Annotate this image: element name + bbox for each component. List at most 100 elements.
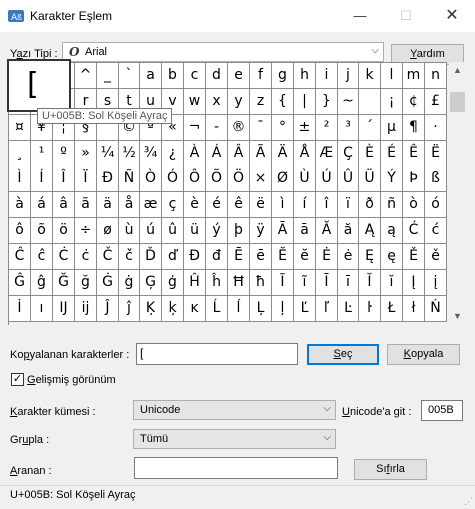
char-cell[interactable]: û: [162, 218, 184, 244]
char-cell[interactable]: Ċ: [53, 244, 75, 270]
char-cell[interactable]: ß: [425, 166, 447, 192]
char-cell[interactable]: Æ: [316, 141, 338, 167]
char-cell[interactable]: ġ: [119, 270, 140, 296]
char-cell[interactable]: j: [338, 63, 359, 89]
char-cell[interactable]: Ę: [359, 244, 381, 270]
char-cell[interactable]: Ö: [228, 166, 250, 192]
char-cell[interactable]: ¾: [140, 141, 162, 167]
char-cell[interactable]: Ģ: [140, 270, 162, 296]
char-cell[interactable]: i: [316, 63, 338, 89]
char-cell[interactable]: z: [250, 89, 272, 115]
char-cell[interactable]: Á: [206, 141, 228, 167]
char-cell[interactable]: ĩ: [294, 270, 316, 296]
char-cell[interactable]: ±: [294, 115, 316, 141]
char-cell[interactable]: ď: [162, 244, 184, 270]
character-grid[interactable]: !"#$%&'()*+,-./0123456789:;<=>?@ABCDEFGH…: [8, 62, 447, 325]
char-cell[interactable]: ù: [119, 218, 140, 244]
char-cell[interactable]: ì: [272, 192, 294, 218]
char-cell[interactable]: ĉ: [31, 244, 53, 270]
char-cell[interactable]: è: [184, 192, 206, 218]
char-cell[interactable]: ĭ: [381, 270, 403, 296]
char-cell[interactable]: b: [162, 63, 184, 89]
char-cell[interactable]: æ: [140, 192, 162, 218]
char-cell[interactable]: Ø: [272, 166, 294, 192]
char-cell[interactable]: ı: [31, 296, 53, 322]
font-select[interactable]: O Arial ⌵: [62, 42, 384, 62]
char-cell[interactable]: ÿ: [250, 218, 272, 244]
reset-button[interactable]: Sıfırla: [354, 459, 427, 480]
char-cell[interactable]: Ĳ: [53, 296, 75, 322]
char-cell[interactable]: Ĕ: [272, 244, 294, 270]
char-cell[interactable]: ė: [338, 244, 359, 270]
char-cell[interactable]: Ī: [316, 270, 338, 296]
char-cell[interactable]: ć: [425, 218, 447, 244]
char-cell[interactable]: ğ: [75, 270, 97, 296]
char-cell[interactable]: Å: [294, 141, 316, 167]
char-cell[interactable]: µ: [381, 115, 403, 141]
char-cell[interactable]: |: [294, 89, 316, 115]
copy-button[interactable]: Kopyala: [387, 344, 460, 365]
char-cell[interactable]: Õ: [206, 166, 228, 192]
char-cell[interactable]: g: [272, 63, 294, 89]
char-cell[interactable]: ľ: [316, 296, 338, 322]
char-cell[interactable]: Ĵ: [97, 296, 119, 322]
char-cell[interactable]: Ü: [359, 166, 381, 192]
advanced-view-checkbox[interactable]: ✓: [11, 373, 24, 386]
char-cell[interactable]: Ú: [316, 166, 338, 192]
scroll-up-arrow-icon[interactable]: ▲: [449, 62, 466, 79]
char-cell[interactable]: ä: [97, 192, 119, 218]
char-cell[interactable]: Į: [403, 270, 425, 296]
char-cell[interactable]: Ą: [359, 218, 381, 244]
char-cell[interactable]: į: [425, 270, 447, 296]
char-cell[interactable]: ç: [162, 192, 184, 218]
char-cell[interactable]: Đ: [184, 244, 206, 270]
char-cell[interactable]: À: [184, 141, 206, 167]
char-cell[interactable]: ¡: [381, 89, 403, 115]
char-cell[interactable]: f: [250, 63, 272, 89]
char-cell[interactable]: Ŀ: [338, 296, 359, 322]
char-cell[interactable]: Ĥ: [184, 270, 206, 296]
char-cell[interactable]: Ġ: [97, 270, 119, 296]
char-cell[interactable]: Ò: [140, 166, 162, 192]
char-cell[interactable]: É: [381, 141, 403, 167]
char-cell[interactable]: İ: [9, 296, 31, 322]
charset-select[interactable]: Unicode ⌵: [133, 400, 336, 420]
char-cell[interactable]: £: [425, 89, 447, 115]
char-cell[interactable]: ĺ: [228, 296, 250, 322]
char-cell[interactable]: Ă: [316, 218, 338, 244]
char-cell[interactable]: Ć: [403, 218, 425, 244]
char-cell[interactable]: Ù: [294, 166, 316, 192]
char-cell[interactable]: Û: [338, 166, 359, 192]
char-cell[interactable]: å: [119, 192, 140, 218]
char-cell[interactable]: ĸ: [184, 296, 206, 322]
char-cell[interactable]: ö: [53, 218, 75, 244]
char-cell[interactable]: ē: [250, 244, 272, 270]
char-cell[interactable]: y: [228, 89, 250, 115]
char-cell[interactable]: ¼: [97, 141, 119, 167]
char-cell[interactable]: °: [272, 115, 294, 141]
char-cell[interactable]: ¢: [403, 89, 425, 115]
char-cell[interactable]: Ė: [316, 244, 338, 270]
char-cell[interactable]: î: [316, 192, 338, 218]
char-cell[interactable]: ę: [381, 244, 403, 270]
char-cell[interactable]: ĥ: [206, 270, 228, 296]
char-cell[interactable]: Ĩ: [272, 270, 294, 296]
char-cell[interactable]: õ: [31, 218, 53, 244]
char-cell[interactable]: Ó: [162, 166, 184, 192]
char-cell[interactable]: Ķ: [140, 296, 162, 322]
char-cell[interactable]: Í: [31, 166, 53, 192]
char-cell[interactable]: ½: [119, 141, 140, 167]
char-cell[interactable]: ą: [381, 218, 403, 244]
char-cell[interactable]: Ĭ: [359, 270, 381, 296]
char-cell[interactable]: ŀ: [359, 296, 381, 322]
char-cell[interactable]: ó: [425, 192, 447, 218]
char-cell[interactable]: Ń: [425, 296, 447, 322]
char-cell[interactable]: »: [75, 141, 97, 167]
char-cell[interactable]: ķ: [162, 296, 184, 322]
char-cell[interactable]: Ľ: [294, 296, 316, 322]
char-cell[interactable]: Ñ: [119, 166, 140, 192]
char-cell[interactable]: þ: [228, 218, 250, 244]
scroll-down-arrow-icon[interactable]: ▼: [449, 308, 466, 325]
char-cell[interactable]: ý: [206, 218, 228, 244]
char-cell[interactable]: á: [31, 192, 53, 218]
